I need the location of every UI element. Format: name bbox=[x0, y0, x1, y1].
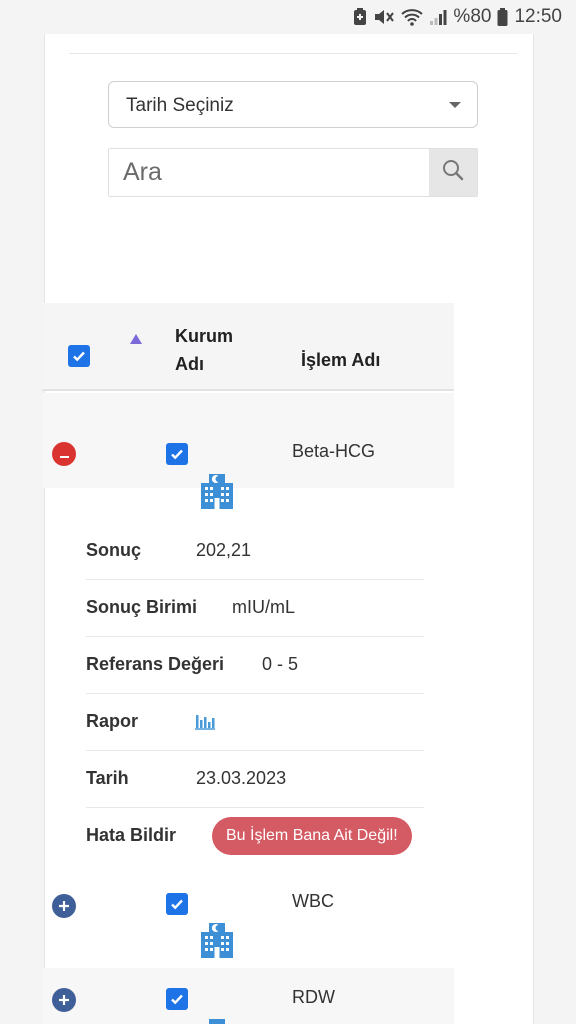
expand-row-button[interactable] bbox=[52, 988, 76, 1012]
procedure-name: Beta-HCG bbox=[292, 441, 376, 461]
detail-label: Sonuç Birimi bbox=[86, 597, 198, 617]
divider bbox=[69, 53, 517, 54]
search-button[interactable] bbox=[429, 149, 477, 196]
table-row: Beta-HCG bbox=[42, 393, 454, 509]
detail-value: 0 - 5 bbox=[262, 654, 299, 674]
hospital-icon bbox=[199, 471, 235, 514]
detail-value: 202,21 bbox=[196, 540, 252, 560]
detail-label: Rapor bbox=[86, 711, 139, 731]
expand-row-button[interactable] bbox=[52, 894, 76, 918]
detail-date: Tarih 23.03.2023 bbox=[86, 751, 424, 808]
detail-label: Tarih bbox=[86, 768, 129, 788]
detail-result: Sonuç 202,21 bbox=[86, 523, 424, 580]
search-icon bbox=[442, 159, 464, 186]
procedure-name: WBC bbox=[292, 891, 334, 911]
status-icons: %80 12:50 bbox=[353, 6, 562, 28]
not-my-procedure-button[interactable]: Bu İşlem Bana Ait Değil! bbox=[212, 817, 412, 855]
column-header-procedure[interactable]: İşlem Adı bbox=[301, 350, 380, 371]
wifi-icon bbox=[401, 8, 424, 26]
collapse-row-button[interactable] bbox=[52, 442, 76, 466]
battery-icon bbox=[497, 8, 508, 26]
procedure-name: RDW bbox=[292, 987, 335, 1007]
row-details: Sonuç 202,21 Sonuç Birimi mIU/mL Referan… bbox=[42, 523, 454, 863]
table-row: WBC bbox=[42, 868, 454, 968]
detail-value: 23.03.2023 bbox=[196, 768, 287, 788]
date-select-label: Tarih Seçiniz bbox=[126, 95, 234, 116]
row-checkbox[interactable] bbox=[166, 988, 188, 1010]
row-checkbox[interactable] bbox=[166, 443, 188, 465]
report-chart-icon[interactable] bbox=[194, 710, 216, 735]
detail-report-error: Hata Bildir Bu İşlem Bana Ait Değil! bbox=[86, 808, 424, 865]
select-all-checkbox[interactable] bbox=[68, 345, 90, 367]
search-input[interactable] bbox=[109, 149, 429, 196]
battery-saver-icon bbox=[353, 8, 367, 26]
detail-unit: Sonuç Birimi mIU/mL bbox=[86, 580, 424, 637]
sort-asc-icon[interactable] bbox=[130, 334, 142, 344]
clock: 12:50 bbox=[514, 6, 562, 27]
battery-percent: %80 bbox=[453, 6, 492, 27]
table-header: Kurum Adı İşlem Adı bbox=[42, 303, 454, 391]
detail-reference: Referans Değeri 0 - 5 bbox=[86, 637, 424, 694]
date-select[interactable]: Tarih Seçiniz bbox=[108, 81, 478, 128]
mute-icon bbox=[373, 8, 395, 26]
status-bar: %80 12:50 bbox=[0, 0, 576, 34]
row-checkbox[interactable] bbox=[166, 893, 188, 915]
table-row: RDW bbox=[42, 968, 454, 1024]
hospital-icon bbox=[199, 1016, 235, 1024]
hospital-icon bbox=[199, 920, 235, 963]
column-header-institution[interactable]: Kurum Adı bbox=[175, 322, 255, 378]
signal-icon bbox=[429, 8, 447, 26]
detail-label: Hata Bildir bbox=[86, 825, 177, 845]
caret-down-icon bbox=[449, 102, 461, 108]
detail-report: Rapor bbox=[86, 694, 424, 751]
search-box bbox=[108, 148, 478, 197]
detail-label: Referans Değeri bbox=[86, 654, 225, 674]
detail-value: mIU/mL bbox=[232, 597, 295, 617]
detail-label: Sonuç bbox=[86, 540, 142, 560]
